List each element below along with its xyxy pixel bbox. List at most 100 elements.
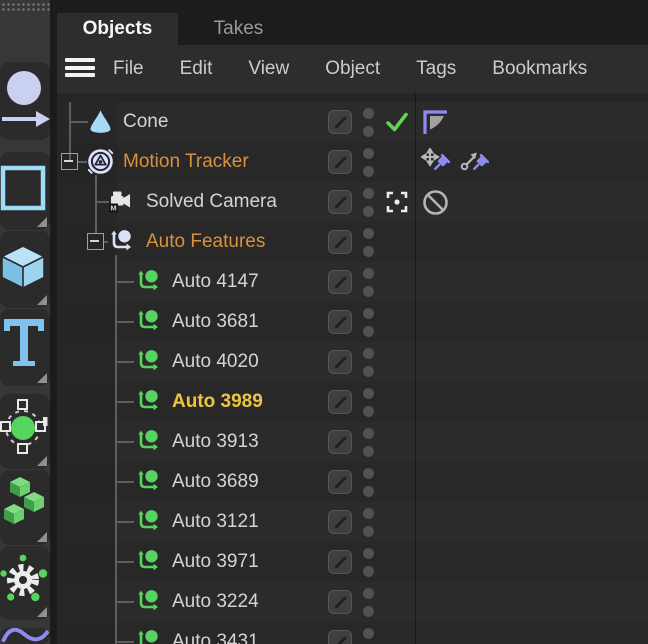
render-visibility-dot[interactable]: [363, 166, 374, 177]
editor-visibility-dot[interactable]: [363, 468, 374, 479]
tree-row-auto-3681[interactable]: Auto 3681: [57, 302, 648, 342]
tree-row-auto-3689[interactable]: Auto 3689: [57, 462, 648, 502]
pin-move-tag-icon[interactable]: [421, 148, 449, 176]
editor-visibility-dot[interactable]: [363, 308, 374, 319]
render-visibility-dot[interactable]: [363, 526, 374, 537]
feature-green-icon[interactable]: [135, 508, 162, 535]
pencil-edit-toggle-icon[interactable]: [328, 110, 352, 134]
render-visibility-dot[interactable]: [363, 606, 374, 617]
object-name[interactable]: Auto 4147: [172, 262, 259, 302]
tree-row-auto-features[interactable]: Auto Features: [57, 222, 648, 262]
tool-spline-pen-tool[interactable]: [0, 628, 50, 644]
tree-row-auto-3224[interactable]: Auto 3224: [57, 582, 648, 622]
pencil-edit-toggle-icon[interactable]: [328, 350, 352, 374]
pencil-edit-toggle-icon[interactable]: [328, 470, 352, 494]
editor-visibility-dot[interactable]: [363, 548, 374, 559]
tree-row-solved-camera[interactable]: MSolved Camera: [57, 182, 648, 222]
pencil-edit-toggle-icon[interactable]: [328, 390, 352, 414]
feature-green-icon[interactable]: [135, 428, 162, 455]
pencil-edit-toggle-icon[interactable]: [328, 310, 352, 334]
object-name[interactable]: Motion Tracker: [123, 142, 249, 182]
pencil-edit-toggle-icon[interactable]: [328, 270, 352, 294]
render-visibility-dot[interactable]: [363, 406, 374, 417]
render-visibility-dot[interactable]: [363, 486, 374, 497]
cone-icon[interactable]: [87, 108, 114, 135]
editor-visibility-dot[interactable]: [363, 388, 374, 399]
hamburger-menu-icon[interactable]: [65, 58, 95, 80]
editor-visibility-dot[interactable]: [363, 508, 374, 519]
tree-row-cone[interactable]: Cone: [57, 102, 648, 142]
tool-field-tool[interactable]: [0, 394, 50, 469]
render-visibility-dot[interactable]: [363, 206, 374, 217]
feature-green-icon[interactable]: [135, 388, 162, 415]
pencil-edit-toggle-icon[interactable]: [328, 430, 352, 454]
pencil-edit-toggle-icon[interactable]: [328, 150, 352, 174]
tab-takes[interactable]: Takes: [178, 13, 299, 45]
editor-visibility-dot[interactable]: [363, 348, 374, 359]
tree-row-auto-3121[interactable]: Auto 3121: [57, 502, 648, 542]
feature-green-icon[interactable]: [135, 548, 162, 575]
menu-item-object[interactable]: Object: [325, 58, 380, 80]
render-visibility-dot[interactable]: [363, 246, 374, 257]
tool-simulation-gear-tool[interactable]: [0, 546, 50, 620]
render-visibility-dot[interactable]: [363, 126, 374, 137]
object-name[interactable]: Cone: [123, 102, 168, 142]
editor-visibility-dot[interactable]: [363, 428, 374, 439]
tool-array-generator-tool[interactable]: [0, 470, 50, 545]
pencil-edit-toggle-icon[interactable]: [328, 510, 352, 534]
menu-item-file[interactable]: File: [113, 58, 144, 80]
tab-objects[interactable]: Objects: [57, 13, 178, 45]
object-name[interactable]: Auto Features: [146, 222, 265, 262]
render-visibility-dot[interactable]: [363, 366, 374, 377]
tree-row-motion-tracker[interactable]: Motion Tracker: [57, 142, 648, 182]
render-visibility-dot[interactable]: [363, 566, 374, 577]
feature-green-icon[interactable]: [135, 308, 162, 335]
editor-visibility-dot[interactable]: [363, 108, 374, 119]
pencil-edit-toggle-icon[interactable]: [328, 190, 352, 214]
tree-row-auto-3989[interactable]: Auto 3989: [57, 382, 648, 422]
tree-row-auto-4020[interactable]: Auto 4020: [57, 342, 648, 382]
tree-row-auto-3431[interactable]: Auto 3431: [57, 622, 648, 644]
render-visibility-dot[interactable]: [363, 446, 374, 457]
object-name[interactable]: Auto 3689: [172, 462, 259, 502]
menu-item-view[interactable]: View: [248, 58, 289, 80]
tree-row-auto-4147[interactable]: Auto 4147: [57, 262, 648, 302]
editor-visibility-dot[interactable]: [363, 188, 374, 199]
object-name[interactable]: Auto 3224: [172, 582, 259, 622]
prohibit-tag-icon[interactable]: [421, 188, 449, 216]
tool-cube-primitive-tool[interactable]: [0, 231, 50, 308]
pencil-edit-toggle-icon[interactable]: [328, 230, 352, 254]
tool-simulate-move-tool[interactable]: [0, 62, 50, 140]
editor-visibility-dot[interactable]: [363, 588, 374, 599]
feature-green-icon[interactable]: [135, 268, 162, 295]
object-name[interactable]: Auto 3431: [172, 622, 259, 644]
editor-visibility-dot[interactable]: [363, 628, 374, 639]
pencil-edit-toggle-icon[interactable]: [328, 550, 352, 574]
tree-row-auto-3913[interactable]: Auto 3913: [57, 422, 648, 462]
object-name[interactable]: Auto 3989: [172, 382, 263, 422]
tree-row-auto-3971[interactable]: Auto 3971: [57, 542, 648, 582]
object-name[interactable]: Auto 3681: [172, 302, 259, 342]
editor-visibility-dot[interactable]: [363, 148, 374, 159]
render-visibility-dot[interactable]: [363, 286, 374, 297]
flag-tag-icon[interactable]: [421, 108, 449, 136]
menu-item-bookmarks[interactable]: Bookmarks: [492, 58, 587, 80]
pin-vector-tag-icon[interactable]: [459, 148, 487, 176]
editor-visibility-dot[interactable]: [363, 228, 374, 239]
menu-item-tags[interactable]: Tags: [416, 58, 456, 80]
tool-text-tool[interactable]: [0, 309, 50, 386]
feature-green-icon[interactable]: [135, 628, 162, 644]
active-camera-crosshair-icon[interactable]: [384, 189, 410, 215]
editor-visibility-dot[interactable]: [363, 268, 374, 279]
collapse-expander[interactable]: [61, 153, 78, 170]
enabled-checkmark-icon[interactable]: [384, 109, 410, 135]
motion-tracker-icon[interactable]: [87, 148, 114, 175]
object-name[interactable]: Auto 3121: [172, 502, 259, 542]
tool-rectangle-spline-tool[interactable]: [0, 152, 50, 230]
camera-icon[interactable]: M: [108, 188, 135, 215]
pencil-edit-toggle-icon[interactable]: [328, 630, 352, 644]
feature-green-icon[interactable]: [135, 468, 162, 495]
collapse-expander[interactable]: [87, 233, 104, 250]
pencil-edit-toggle-icon[interactable]: [328, 590, 352, 614]
object-name[interactable]: Auto 3971: [172, 542, 259, 582]
